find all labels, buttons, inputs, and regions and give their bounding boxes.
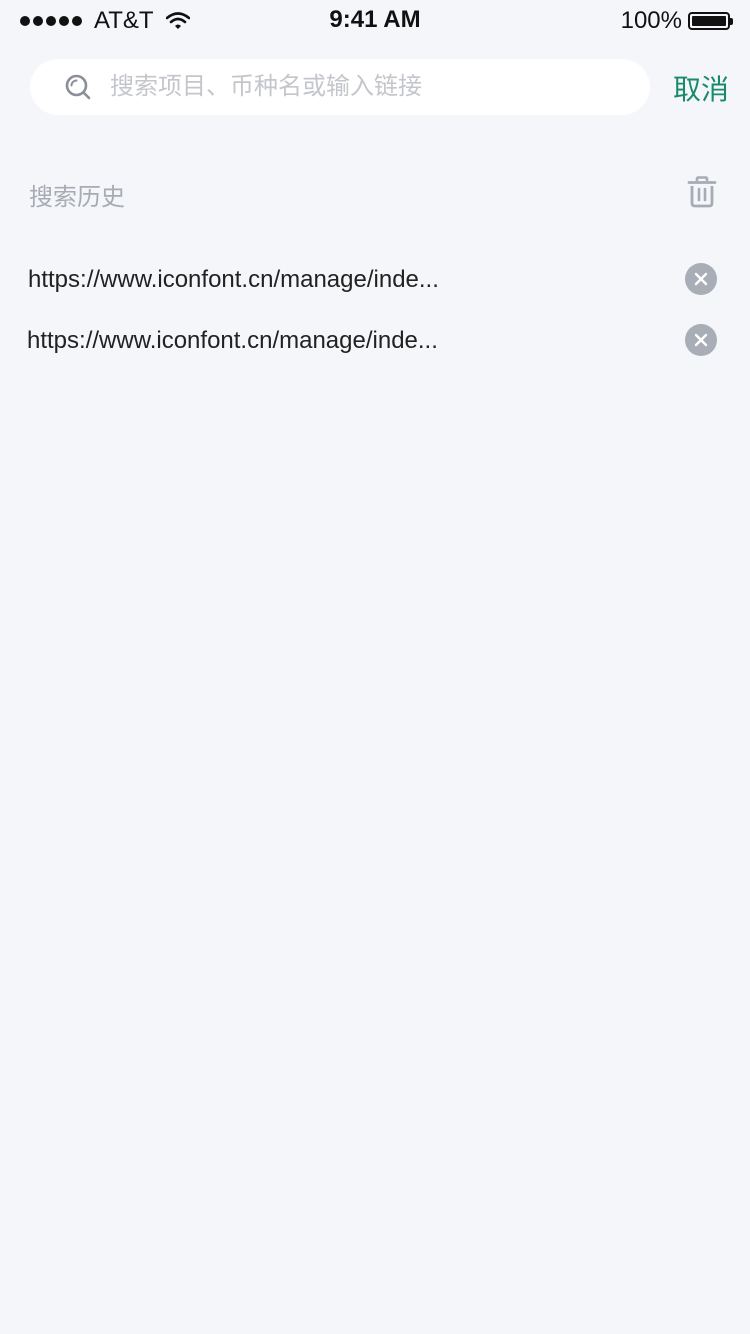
- close-icon: [694, 272, 708, 286]
- search-input[interactable]: [110, 73, 590, 101]
- search-bar[interactable]: [30, 59, 650, 115]
- history-item[interactable]: https://www.iconfont.cn/manage/inde...: [0, 254, 750, 304]
- search-icon: [64, 73, 92, 101]
- status-bar: AT&T 9:41 AM 100%: [0, 0, 750, 40]
- remove-history-item-button[interactable]: [685, 263, 717, 295]
- clear-history-button[interactable]: [684, 174, 720, 210]
- trash-icon: [687, 176, 717, 208]
- cancel-button[interactable]: 取消: [673, 68, 729, 108]
- close-icon: [694, 333, 708, 347]
- history-item-text[interactable]: https://www.iconfont.cn/manage/inde...: [27, 327, 438, 355]
- history-item[interactable]: https://www.iconfont.cn/manage/inde...: [0, 315, 750, 365]
- status-bar-right: 100%: [620, 7, 733, 35]
- battery-percentage: 100%: [620, 7, 682, 34]
- search-history-title: 搜索历史: [29, 184, 125, 211]
- remove-history-item-button[interactable]: [685, 324, 717, 356]
- history-item-text[interactable]: https://www.iconfont.cn/manage/inde...: [28, 266, 439, 294]
- battery-icon: [688, 12, 733, 30]
